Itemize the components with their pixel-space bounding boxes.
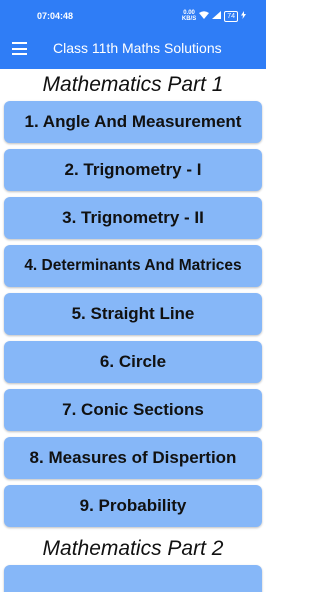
charging-icon	[241, 11, 246, 21]
topic-list[interactable]: Mathematics Part 1 1. Angle And Measurem…	[0, 69, 266, 592]
topic-button-part2-partial[interactable]	[4, 565, 262, 592]
topic-button-9[interactable]: 9. Probability	[4, 485, 262, 527]
wifi-icon	[199, 11, 210, 21]
topic-button-8[interactable]: 8. Measures of Dispertion	[4, 437, 262, 479]
topic-button-2[interactable]: 2. Trignometry - I	[4, 149, 262, 191]
topic-button-6[interactable]: 6. Circle	[4, 341, 262, 383]
app-title: Class 11th Maths Solutions	[53, 40, 222, 56]
topic-button-7[interactable]: 7. Conic Sections	[4, 389, 262, 431]
section-title-part-1: Mathematics Part 1	[42, 73, 224, 96]
status-bar: 07:04:48 0.00 KB/S 74	[0, 0, 266, 30]
speed-unit: KB/S	[181, 16, 197, 22]
signal-icon	[212, 11, 222, 21]
app-header: 07:04:48 0.00 KB/S 74 Class 11th Maths S…	[0, 0, 266, 69]
topic-button-4[interactable]: 4. Determinants And Matrices	[4, 245, 262, 287]
toolbar: Class 11th Maths Solutions	[0, 30, 266, 69]
topic-button-1[interactable]: 1. Angle And Measurement	[4, 101, 262, 143]
status-icons: 0.00 KB/S 74	[182, 10, 246, 22]
hamburger-menu-icon[interactable]	[12, 42, 27, 55]
topic-button-5[interactable]: 5. Straight Line	[4, 293, 262, 335]
battery-icon: 74	[224, 10, 238, 22]
topic-button-3[interactable]: 3. Trignometry - II	[4, 197, 262, 239]
network-speed: 0.00 KB/S	[182, 10, 196, 22]
section-title-part-2: Mathematics Part 2	[42, 537, 224, 560]
status-time: 07:04:48	[37, 11, 74, 21]
